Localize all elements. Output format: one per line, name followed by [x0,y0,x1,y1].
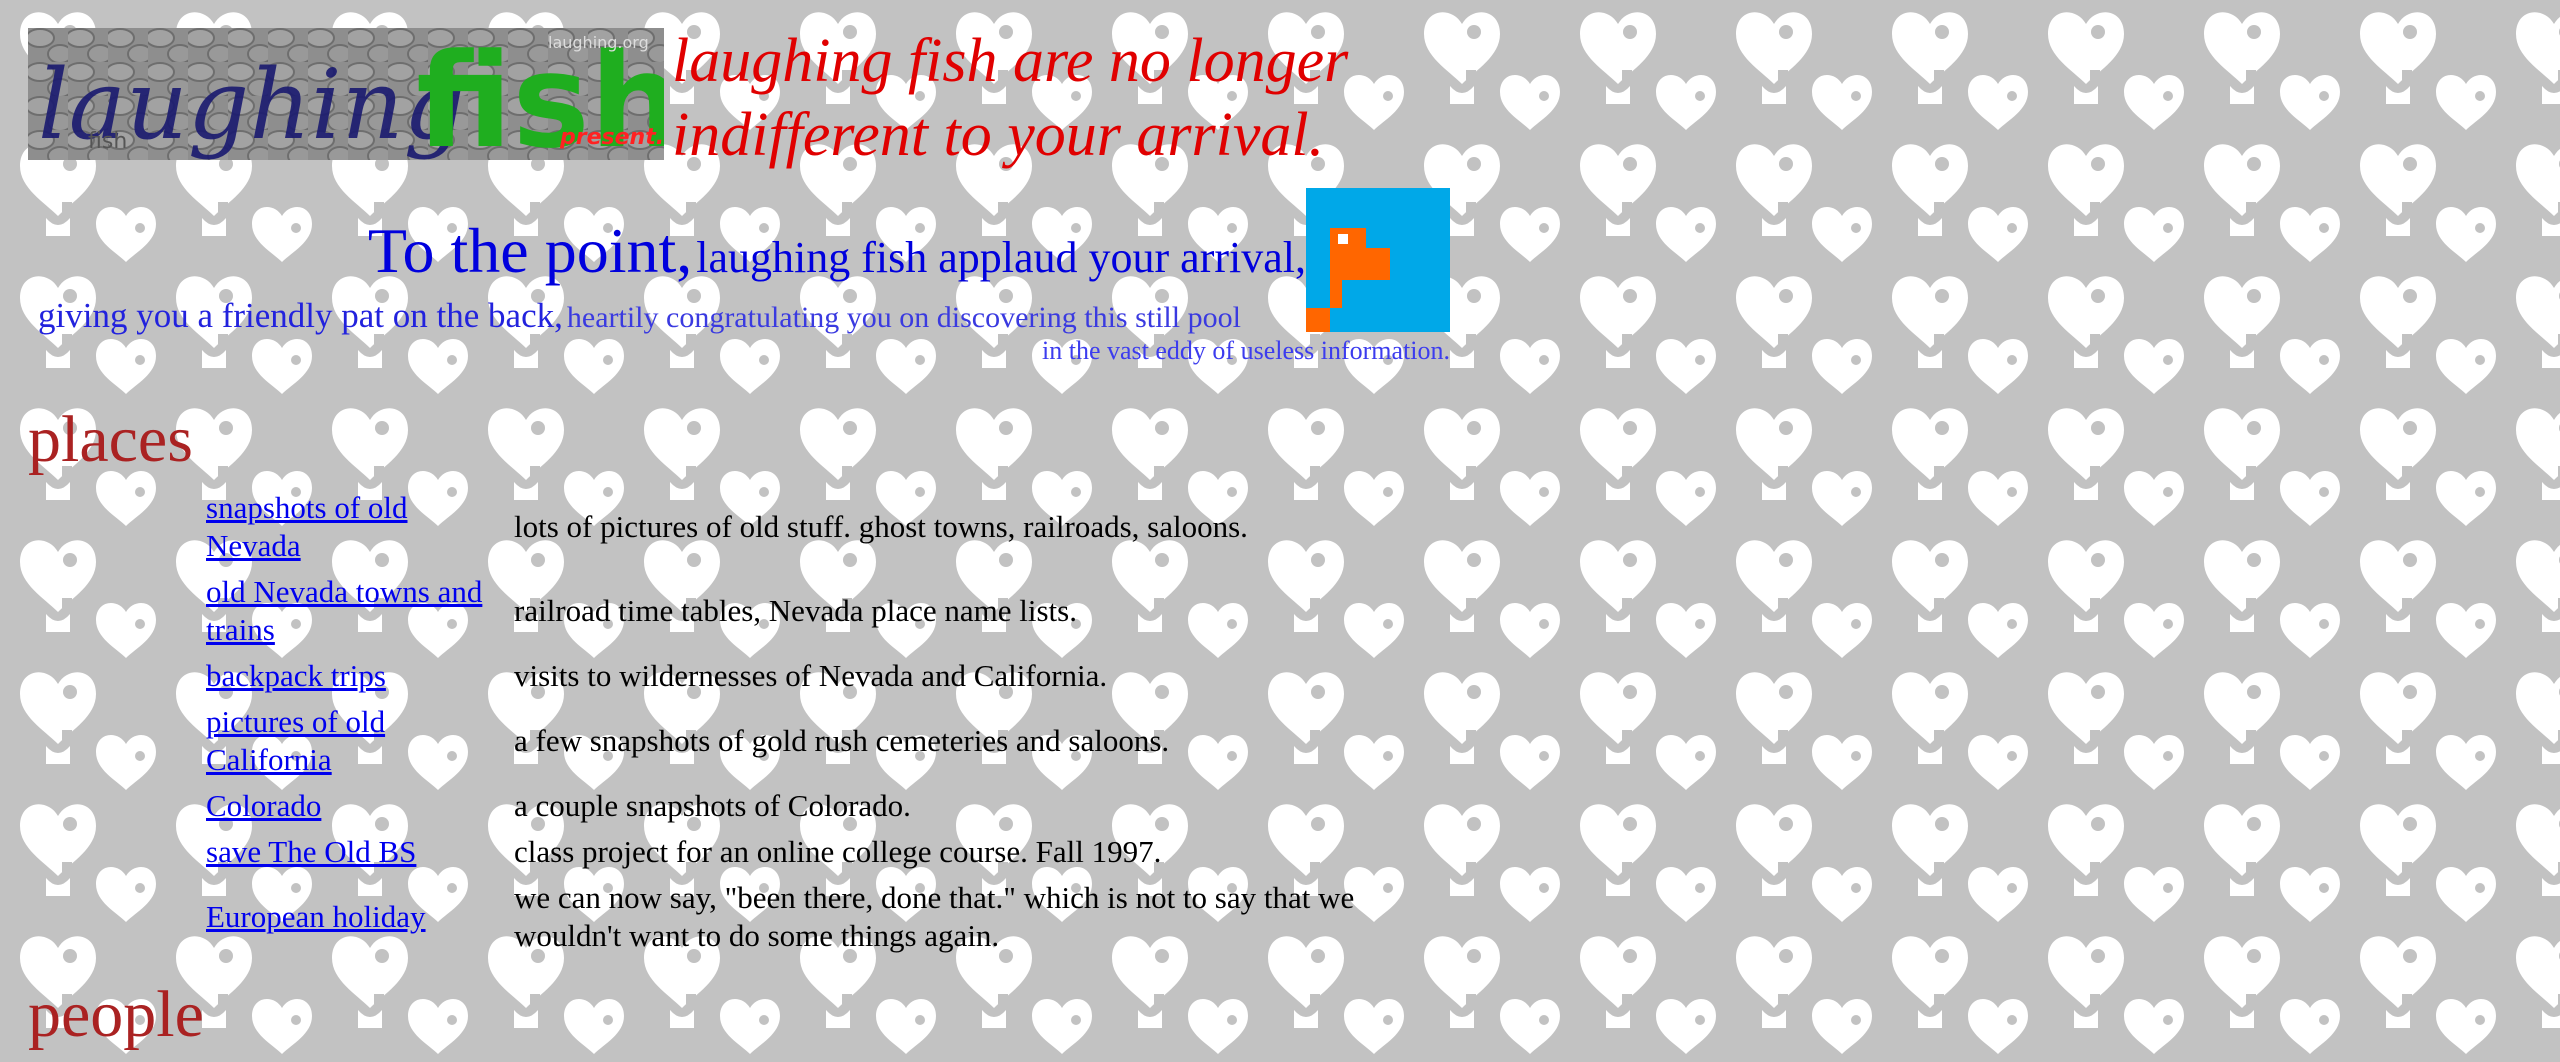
site-logo: laughing fish fish present... laughing.o… [28,28,664,160]
tagline-line-2: indifferent to your arrival. [672,101,1325,169]
places-row: save The Old BS class project for an onli… [204,830,1416,874]
intro-eddy-line: in the vast eddy of useless information. [1042,336,1450,365]
places-link-cell: old Nevada towns and trains [204,570,508,652]
logo-watermark-text: laughing.org [548,33,649,52]
places-link[interactable]: Colorado [206,788,321,823]
places-link-cell: snapshots of old Nevada [204,486,508,568]
logo-present-text: present... [559,125,664,150]
places-link[interactable]: snapshots of old Nevada [206,490,408,563]
intro-pat-line: giving you a friendly pat on the back, h… [38,296,1241,336]
places-link[interactable]: backpack trips [206,658,386,693]
places-link[interactable]: save The Old BS [206,834,416,869]
intro-point-big: To the point, [367,215,693,286]
places-heading: places [28,403,193,476]
places-link-cell: European holiday [204,876,508,958]
pixel-fish-icon [1306,188,1450,332]
places-link-cell: Colorado [204,784,508,828]
logo-sub-text: fish [88,129,127,154]
intro-point-applaud: laughing fish applaud your arrival, [696,233,1306,282]
people-heading: people [28,978,204,1051]
places-description: visits to wildernesses of Nevada and Cal… [514,658,1108,693]
places-row: Colorado a couple snapshots of Colorado. [204,784,1416,828]
intro-pat-back: giving you a friendly pat on the back, [38,296,563,335]
tagline-line-1: laughing fish are no longer [672,27,1349,95]
tagline: laughing fish are no longer indifferent … [672,24,1472,172]
places-row: European holiday we can now say, "been th… [204,876,1416,958]
places-link[interactable]: European holiday [206,899,426,934]
intro-point-line: To the point, laughing fish applaud your… [0,214,1306,288]
places-table: snapshots of old Nevada lots of pictures … [200,484,1420,960]
places-description: a few snapshots of gold rush cemeteries … [514,723,1170,758]
places-description: railroad time tables, Nevada place name … [514,593,1077,628]
places-link-cell: backpack trips [204,654,508,698]
places-description: a couple snapshots of Colorado. [514,788,911,823]
places-description: class project for an online college cour… [514,834,1162,869]
places-link-cell: pictures of old California [204,700,508,782]
places-description: lots of pictures of old stuff. ghost tow… [514,509,1248,544]
places-row: pictures of old California a few snapshot… [204,700,1416,782]
places-link[interactable]: old Nevada towns and trains [206,574,482,647]
places-link-cell: save The Old BS [204,830,508,874]
places-row: old Nevada towns and trains railroad time… [204,570,1416,652]
places-row: backpack trips visits to wildernesses of … [204,654,1416,698]
places-row: snapshots of old Nevada lots of pictures … [204,486,1416,568]
places-link[interactable]: pictures of old California [206,704,385,777]
places-description: we can now say, "been there, done that."… [514,880,1355,953]
intro-still-pool: heartily congratulating you on discoveri… [566,301,1241,334]
